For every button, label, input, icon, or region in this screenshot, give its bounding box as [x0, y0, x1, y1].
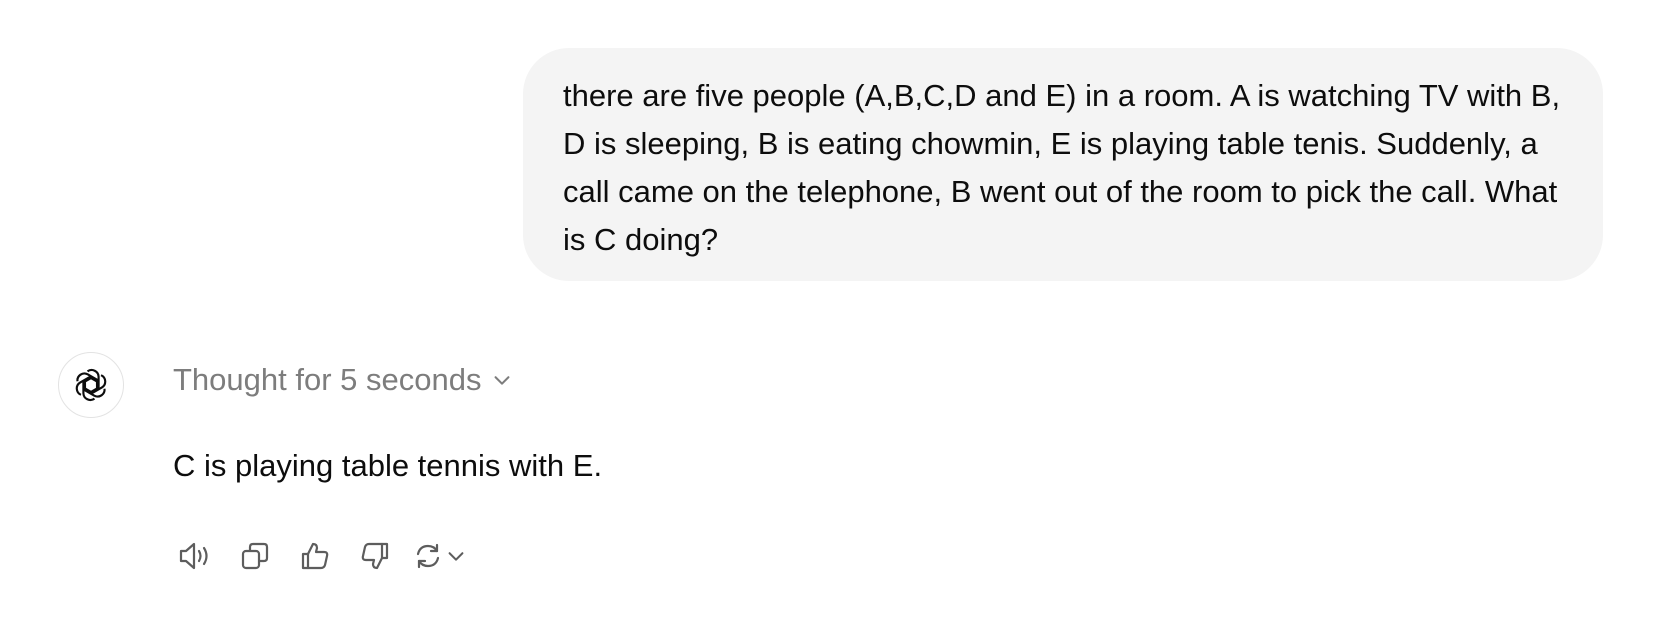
- speaker-icon: [178, 541, 212, 571]
- message-actions: [173, 536, 493, 576]
- chat-page: there are five people (A,B,C,D and E) in…: [0, 0, 1660, 620]
- openai-logo-icon: [72, 366, 110, 404]
- copy-button[interactable]: [233, 536, 277, 576]
- thought-label: Thought for 5 seconds: [173, 362, 482, 397]
- read-aloud-button[interactable]: [173, 536, 217, 576]
- bad-response-button[interactable]: [353, 536, 397, 576]
- regenerate-button[interactable]: [413, 536, 477, 576]
- good-response-button[interactable]: [293, 536, 337, 576]
- chevron-down-icon: [445, 545, 467, 567]
- refresh-icon: [413, 541, 443, 571]
- user-message-bubble: there are five people (A,B,C,D and E) in…: [523, 48, 1603, 281]
- thought-toggle[interactable]: Thought for 5 seconds: [173, 358, 513, 402]
- chevron-down-icon: [491, 369, 513, 391]
- assistant-avatar: [58, 352, 124, 418]
- thumbs-up-icon: [300, 541, 330, 571]
- user-message-text: there are five people (A,B,C,D and E) in…: [563, 78, 1561, 257]
- copy-icon: [240, 541, 270, 571]
- assistant-answer: C is playing table tennis with E.: [173, 448, 603, 483]
- thumbs-down-icon: [360, 541, 390, 571]
